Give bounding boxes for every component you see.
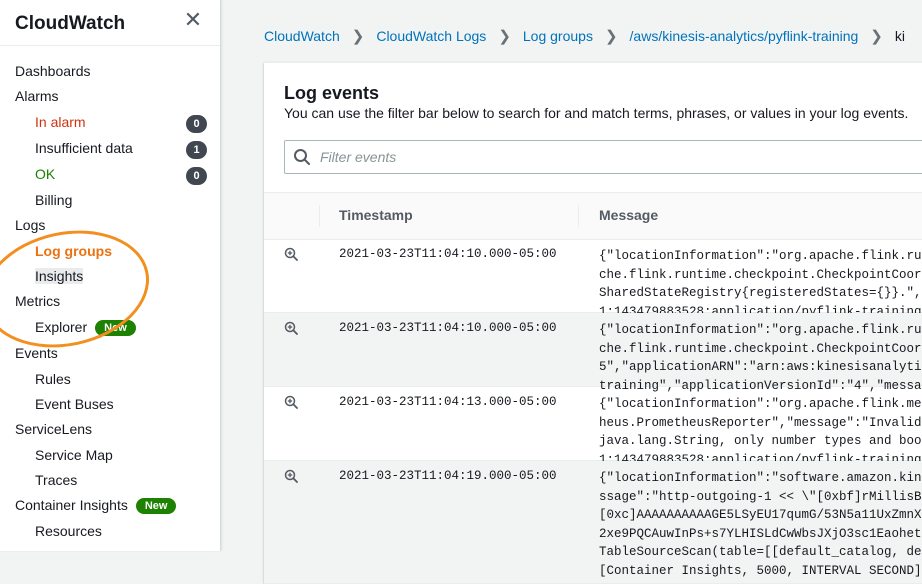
row-timestamp: 2021-03-23T11:04:10.000-05:00 bbox=[339, 247, 557, 261]
breadcrumb-cloudwatch-logs[interactable]: CloudWatch Logs bbox=[376, 28, 486, 44]
sidebar-item-logs[interactable]: Logs bbox=[15, 217, 45, 233]
zoom-in-icon[interactable] bbox=[284, 321, 298, 335]
sidebar-item-servicelens[interactable]: ServiceLens bbox=[15, 421, 92, 437]
zoom-in-icon[interactable] bbox=[284, 395, 298, 409]
sidebar-item-alarms[interactable]: Alarms bbox=[15, 88, 59, 104]
orange-circle-annotation bbox=[0, 215, 161, 363]
sidebar-item-event-buses[interactable]: Event Buses bbox=[35, 396, 114, 412]
panel-description: You can use the filter bar below to sear… bbox=[284, 105, 909, 121]
table-header: Timestamp Message bbox=[264, 192, 922, 240]
ok-count-badge: 0 bbox=[186, 167, 207, 185]
sidebar-item-insights[interactable]: Insights bbox=[35, 268, 84, 284]
row-message: {"locationInformation":"org.apache.flink… bbox=[599, 397, 922, 467]
chevron-right-icon: ❯ bbox=[351, 28, 365, 45]
sidebar-item-log-groups[interactable]: Log groups bbox=[35, 243, 112, 259]
main-content: CloudWatch ❯ CloudWatch Logs ❯ Log groups ❯ /a… bbox=[222, 0, 922, 584]
sidebar-item-billing[interactable]: Billing bbox=[35, 192, 72, 208]
breadcrumb-log-stream: ki bbox=[894, 28, 905, 44]
column-divider bbox=[319, 205, 320, 227]
sidebar-item-rules[interactable]: Rules bbox=[35, 371, 71, 387]
table-row[interactable]: 2021-03-23T11:04:10.000-05:00 {"location… bbox=[264, 239, 922, 319]
log-events-panel: Log events You can use the filter bar be… bbox=[264, 62, 922, 584]
new-badge: New bbox=[135, 498, 177, 515]
breadcrumb-log-groups[interactable]: Log groups bbox=[523, 28, 593, 44]
zoom-in-icon[interactable] bbox=[284, 469, 298, 483]
filter-events-input[interactable] bbox=[318, 145, 882, 169]
column-header-message[interactable]: Message bbox=[599, 207, 658, 223]
row-timestamp: 2021-03-23T11:04:19.000-05:00 bbox=[339, 469, 557, 483]
sidebar-item-label: Container Insights bbox=[15, 497, 128, 513]
breadcrumb-log-group[interactable]: /aws/kinesis-analytics/pyflink-training bbox=[630, 28, 859, 44]
row-message: {"locationInformation":"software.amazon.… bbox=[599, 471, 922, 578]
chevron-right-icon: ❯ bbox=[498, 28, 511, 45]
sidebar-item-container-insights[interactable]: Container Insights New bbox=[15, 497, 177, 515]
sidebar-item-insufficient-data[interactable]: Insufficient data bbox=[35, 140, 133, 156]
row-timestamp: 2021-03-23T11:04:13.000-05:00 bbox=[339, 395, 557, 409]
sidebar-item-explorer[interactable]: Explorer New bbox=[35, 319, 136, 337]
sidebar-item-service-map[interactable]: Service Map bbox=[35, 447, 113, 463]
column-divider bbox=[578, 205, 579, 227]
sidebar-item-label: Explorer bbox=[35, 319, 88, 335]
filter-bar[interactable] bbox=[284, 140, 922, 174]
navigation-sidebar: CloudWatch ✕ Dashboards Alarms In alarm … bbox=[0, 0, 221, 551]
sidebar-title: CloudWatch bbox=[15, 13, 126, 34]
sidebar-item-resources[interactable]: Resources bbox=[35, 523, 102, 539]
row-timestamp: 2021-03-23T11:04:10.000-05:00 bbox=[339, 321, 557, 335]
row-message: {"locationInformation":"org.apache.flink… bbox=[599, 323, 922, 393]
close-icon[interactable]: ✕ bbox=[183, 9, 203, 31]
zoom-in-icon[interactable] bbox=[284, 247, 298, 261]
chevron-right-icon: ❯ bbox=[604, 28, 618, 45]
sidebar-item-traces[interactable]: Traces bbox=[35, 472, 77, 488]
table-row[interactable]: 2021-03-23T11:04:13.000-05:00 {"location… bbox=[264, 387, 922, 467]
insufficient-data-count-badge: 1 bbox=[186, 141, 207, 159]
chevron-right-icon: ❯ bbox=[870, 28, 883, 45]
table-row[interactable]: 2021-03-23T11:04:19.000-05:00 {"location… bbox=[264, 461, 922, 584]
sidebar-item-dashboards[interactable]: Dashboards bbox=[15, 63, 91, 79]
new-badge: New bbox=[95, 320, 136, 337]
sidebar-divider bbox=[0, 45, 220, 46]
in-alarm-count-badge: 0 bbox=[186, 115, 207, 133]
panel-title: Log events bbox=[284, 83, 380, 103]
sidebar-item-in-alarm[interactable]: In alarm bbox=[35, 114, 86, 130]
row-message: {"locationInformation":"org.apache.flink… bbox=[599, 249, 922, 319]
sidebar-item-metrics[interactable]: Metrics bbox=[15, 293, 60, 309]
column-header-timestamp[interactable]: Timestamp bbox=[339, 207, 413, 223]
breadcrumb-cloudwatch[interactable]: CloudWatch bbox=[264, 28, 340, 44]
breadcrumb: CloudWatch ❯ CloudWatch Logs ❯ Log groups ❯ /a… bbox=[264, 27, 905, 45]
sidebar-item-events[interactable]: Events bbox=[15, 345, 58, 361]
search-icon bbox=[294, 149, 310, 165]
sidebar-item-ok[interactable]: OK bbox=[35, 166, 55, 182]
table-row[interactable]: 2021-03-23T11:04:10.000-05:00 {"location… bbox=[264, 313, 922, 393]
